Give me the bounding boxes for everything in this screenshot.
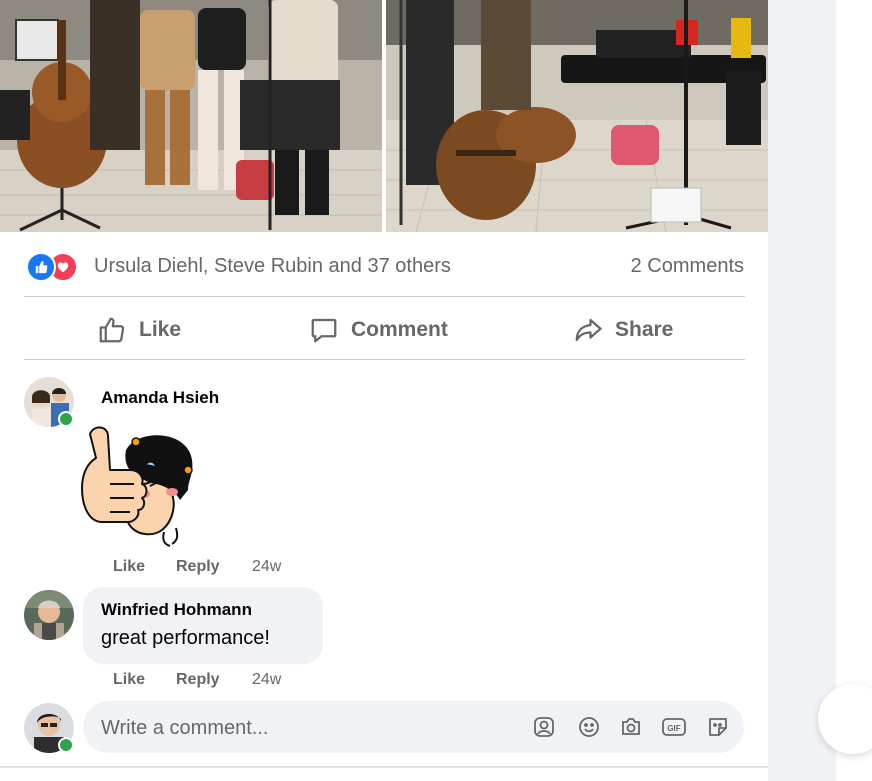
- feed-background: [768, 0, 836, 781]
- post-photo-musicians[interactable]: [0, 0, 382, 232]
- comment-reply-link[interactable]: Reply: [176, 558, 220, 576]
- comment-timestamp[interactable]: 24w: [252, 671, 281, 689]
- comment-button[interactable]: Comment: [309, 311, 448, 349]
- avatar-winfried-hohmann[interactable]: [24, 590, 74, 640]
- comment-button-label: Comment: [351, 318, 448, 341]
- emoji-icon[interactable]: [576, 714, 602, 740]
- comment-input-placeholder: Write a comment...: [101, 717, 269, 739]
- divider: [24, 359, 745, 360]
- online-status-indicator: [58, 411, 74, 427]
- comment-like-link[interactable]: Like: [113, 558, 145, 576]
- divider: [24, 296, 745, 297]
- thumbs-up-girl-sticker[interactable]: [80, 420, 208, 548]
- post-card: Ursula Diehl, Steve Rubin and 37 others …: [0, 0, 768, 768]
- comment-timestamp[interactable]: 24w: [252, 558, 281, 576]
- comment-bubble: [83, 587, 323, 664]
- camera-icon[interactable]: [618, 714, 644, 740]
- like-button-label: Like: [139, 318, 182, 341]
- comment-like-link[interactable]: Like: [113, 671, 145, 689]
- reaction-icons: [26, 252, 86, 282]
- comment-text: great performance!: [101, 627, 270, 649]
- comments-count[interactable]: 2 Comments: [631, 255, 744, 278]
- like-reaction-icon: [26, 252, 56, 282]
- share-button[interactable]: Share: [573, 311, 673, 349]
- post-photo-instruments[interactable]: [386, 0, 768, 232]
- online-status-indicator: [58, 737, 74, 753]
- comment-reply-link[interactable]: Reply: [176, 671, 220, 689]
- reactor-names[interactable]: Ursula Diehl, Steve Rubin and 37 others: [94, 255, 451, 278]
- share-arrow-icon: [573, 315, 603, 345]
- avatar-sticker-icon[interactable]: [531, 714, 557, 740]
- like-button[interactable]: Like: [97, 311, 181, 349]
- share-button-label: Share: [615, 318, 674, 341]
- comment-author[interactable]: Winfried Hohmann: [101, 600, 252, 620]
- thumbs-up-icon: [97, 315, 127, 345]
- sticker-icon[interactable]: [705, 714, 731, 740]
- comment-author[interactable]: Amanda Hsieh: [101, 388, 219, 408]
- svg-text:GIF: GIF: [667, 724, 680, 733]
- speech-bubble-icon: [309, 315, 339, 345]
- reactions-summary[interactable]: Ursula Diehl, Steve Rubin and 37 others …: [24, 247, 746, 283]
- gif-icon[interactable]: GIF: [661, 714, 687, 740]
